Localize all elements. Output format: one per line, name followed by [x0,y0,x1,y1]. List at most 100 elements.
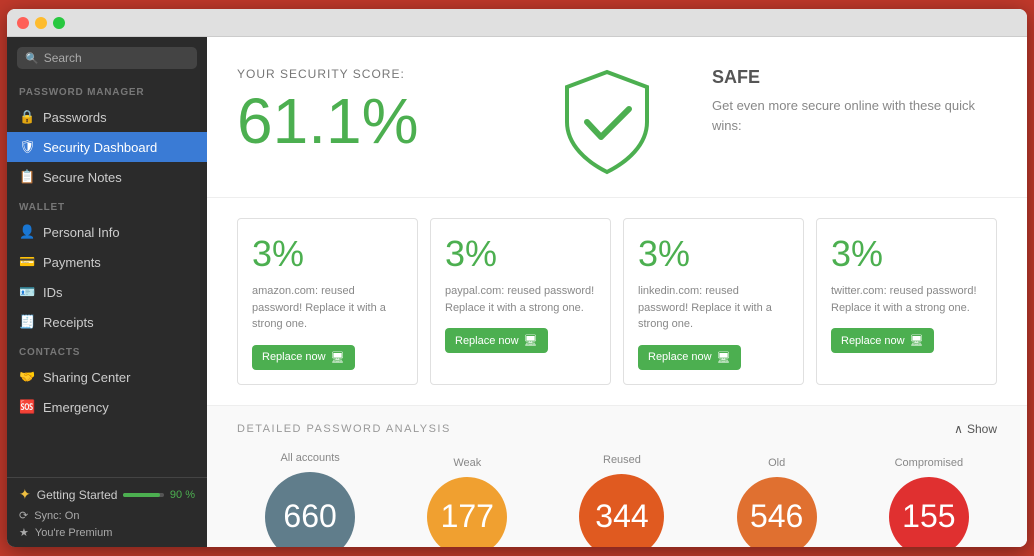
shield-section [542,67,672,177]
win-percent-3: 3% [831,233,982,275]
circle-label-all: All accounts [280,452,339,464]
receipt-icon: 🧾 [19,314,35,330]
safe-title: SAFE [712,67,997,88]
circle-label-compromised: Compromised [895,457,963,469]
getting-started-icon: ✦ [19,486,31,503]
sidebar-item-security-dashboard[interactable]: 🛡 Security Dashboard [7,132,207,162]
analysis-header: DETAILED PASSWORD ANALYSIS ∧ Show [237,422,997,436]
win-card-0: 3% amazon.com: reused password! Replace … [237,218,418,385]
show-button[interactable]: ∧ Show [954,422,997,436]
section-label-contacts: CONTACTS [7,337,207,362]
sidebar-item-label: IDs [43,285,63,300]
sidebar-item-label: Passwords [43,110,107,125]
show-label: Show [967,422,997,436]
win-card-3: 3% twitter.com: reused password! Replace… [816,218,997,385]
section-label-password-manager: PASSWORD MANAGER [7,77,207,102]
minimize-button[interactable] [35,17,47,29]
circle-compromised: 155 [889,477,969,548]
sidebar-item-receipts[interactable]: 🧾 Receipts [7,307,207,337]
sidebar-item-emergency[interactable]: 🆘 Emergency [7,392,207,422]
quick-wins-section: 3% amazon.com: reused password! Replace … [207,198,1027,406]
search-icon: 🔍 [25,52,39,65]
sidebar-item-label: Emergency [43,400,109,415]
sidebar-item-label: Personal Info [43,225,120,240]
main-content: YOUR SECURITY SCORE: 61.1% SAFE Get even… [207,37,1027,547]
card-icon: 💳 [19,254,35,270]
top-section: YOUR SECURITY SCORE: 61.1% SAFE Get even… [207,37,1027,198]
replace-label-3: Replace now [841,335,905,347]
titlebar [7,9,1027,37]
app-body: 🔍 Search PASSWORD MANAGER 🔒 Passwords 🛡 … [7,37,1027,547]
star-icon: ★ [19,526,29,539]
safe-section: SAFE Get even more secure online with th… [692,67,997,177]
premium-row: ★ You're Premium [19,526,195,539]
sidebar-item-personal-info[interactable]: 👤 Personal Info [7,217,207,247]
progress-percent: 90 % [170,489,195,501]
replace-btn-0[interactable]: Replace now 🖥 [252,345,355,370]
win-card-1: 3% paypal.com: reused password! Replace … [430,218,611,385]
search-input[interactable]: Search [44,51,189,65]
analysis-title: DETAILED PASSWORD ANALYSIS [237,423,451,435]
monitor-icon-0: 🖥 [331,351,345,364]
search-box[interactable]: 🔍 Search [17,47,197,69]
circle-item-weak: Weak 177 [427,457,507,548]
score-value: 61.1% [237,89,522,153]
replace-btn-2[interactable]: Replace now 🖥 [638,345,741,370]
circle-item-all: All accounts 660 [265,452,355,548]
replace-btn-3[interactable]: Replace now 🖥 [831,328,934,353]
section-label-wallet: WALLET [7,192,207,217]
shield-icon: 🛡 [19,139,35,155]
circle-all: 660 [265,472,355,548]
sidebar-item-label: Secure Notes [43,170,122,185]
circle-item-compromised: Compromised 155 [889,457,969,548]
sidebar-item-secure-notes[interactable]: 📋 Secure Notes [7,162,207,192]
maximize-button[interactable] [53,17,65,29]
win-percent-2: 3% [638,233,789,275]
win-percent-1: 3% [445,233,596,275]
getting-started-row: ✦ Getting Started 90 % [19,486,195,503]
premium-label: You're Premium [35,527,113,539]
monitor-icon-2: 🖥 [717,351,731,364]
notes-icon: 📋 [19,169,35,185]
monitor-icon-1: 🖥 [524,334,538,347]
circle-item-reused: Reused 344 [579,454,664,547]
close-button[interactable] [17,17,29,29]
sidebar-item-label: Payments [43,255,101,270]
safe-description: Get even more secure online with these q… [712,96,997,135]
replace-label-2: Replace now [648,351,712,363]
circle-reused: 344 [579,474,664,547]
sidebar: 🔍 Search PASSWORD MANAGER 🔒 Passwords 🛡 … [7,37,207,547]
replace-label-0: Replace now [262,351,326,363]
progress-bar-fill [123,493,159,497]
chevron-up-icon: ∧ [954,422,963,436]
circle-item-old: Old 546 [737,457,817,548]
replace-label-1: Replace now [455,335,519,347]
circle-weak: 177 [427,477,507,548]
win-desc-1: paypal.com: reused password! Replace it … [445,283,596,316]
id-icon: 🪪 [19,284,35,300]
lock-icon: 🔒 [19,109,35,125]
sync-label: Sync: On [34,510,79,522]
circle-old: 546 [737,477,817,548]
sidebar-bottom: ✦ Getting Started 90 % ⟳ Sync: On ★ You'… [7,477,207,547]
shield-graphic [557,67,657,177]
sidebar-item-passwords[interactable]: 🔒 Passwords [7,102,207,132]
circle-label-reused: Reused [603,454,641,466]
sidebar-item-payments[interactable]: 💳 Payments [7,247,207,277]
progress-bar-bg [123,493,163,497]
circle-label-old: Old [768,457,785,469]
win-card-2: 3% linkedin.com: reused password! Replac… [623,218,804,385]
sidebar-item-label: Receipts [43,315,94,330]
sidebar-item-sharing-center[interactable]: 🤝 Sharing Center [7,362,207,392]
monitor-icon-3: 🖥 [910,334,924,347]
replace-btn-1[interactable]: Replace now 🖥 [445,328,548,353]
sharing-icon: 🤝 [19,369,35,385]
win-desc-3: twitter.com: reused password! Replace it… [831,283,982,316]
win-desc-0: amazon.com: reused password! Replace it … [252,283,403,333]
circle-label-weak: Weak [453,457,481,469]
sidebar-item-label: Sharing Center [43,370,130,385]
win-desc-2: linkedin.com: reused password! Replace i… [638,283,789,333]
sidebar-item-ids[interactable]: 🪪 IDs [7,277,207,307]
traffic-lights [17,17,65,29]
circles-row: All accounts 660 Weak 177 [237,452,997,548]
